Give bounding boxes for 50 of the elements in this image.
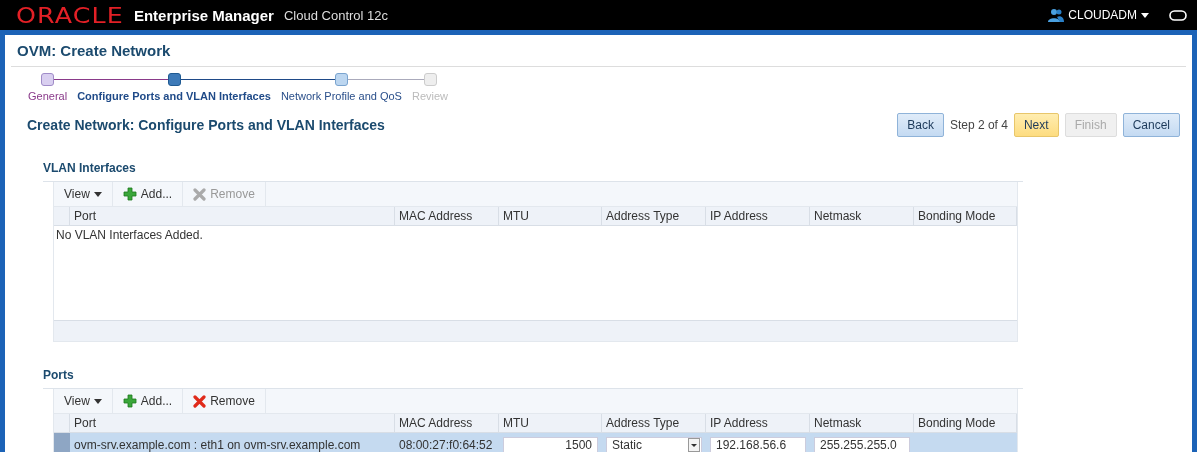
column-header[interactable]: IP Address [706,414,810,433]
column-header[interactable]: Port [70,207,395,226]
empty-message: No VLAN Interfaces Added. [56,228,203,242]
column-header[interactable]: MAC Address [395,207,499,226]
train-stop[interactable] [167,73,181,86]
train-step-label[interactable]: General [25,90,71,102]
product-name: Enterprise Manager [133,6,274,24]
input-field[interactable]: 192.168.56.6 [710,436,806,452]
column-header[interactable]: Netmask [810,414,914,433]
input-field[interactable]: 1500 [503,436,598,452]
page-title: OVM: Create Network [11,35,1186,67]
plus-icon [122,394,137,408]
wizard-button[interactable]: Cancel [1122,113,1180,137]
add-button[interactable]: Add... [112,182,184,206]
users-icon [1048,8,1065,22]
edition-name: Cloud Control 12c [283,7,388,23]
caret-icon [93,398,102,404]
step-title: Create Network: Configure Ports and VLAN Interfaces [27,117,385,133]
train-step-label[interactable]: Configure Ports and VLAN Interfaces [74,90,274,102]
caret-icon [93,191,102,197]
brand-logo: ORACLE [16,2,124,28]
input-field[interactable]: 255.255.255.0 [814,436,910,452]
view-menu[interactable]: View [54,389,113,413]
column-header[interactable]: Address Type [602,414,706,433]
user-menu[interactable]: CLOUDADM [1048,8,1149,22]
column-header[interactable]: MTU [499,207,602,226]
train-stop[interactable] [41,73,55,86]
plus-icon [122,187,137,201]
view-menu[interactable]: View [54,182,113,206]
remove-button[interactable]: Remove [183,389,266,413]
table-cell: ovm-srv.example.com : eth1 on ovm-srv.example.com [74,438,361,452]
train-step-label[interactable]: Network Profile and QoS [277,90,405,102]
caret-icon [1141,12,1149,18]
wizard-button[interactable]: Back [897,113,944,137]
column-header[interactable]: Address Type [602,207,706,226]
table-row[interactable]: ovm-srv.example.com : eth1 on ovm-srv.example.com 08:00:27:f0:64:52 1500 Static 192.168.56.6 255.255.255.0 [54,433,1017,452]
cross-icon [193,187,207,201]
step-indicator: Step 2 of 4 [949,118,1008,132]
column-header[interactable]: MAC Address [395,414,499,433]
add-button[interactable]: Add... [112,389,184,413]
cross-icon [193,394,207,408]
column-header[interactable]: MTU [499,414,602,433]
table-cell: 08:00:27:f0:64:52 [399,438,493,452]
column-header[interactable]: Bonding Mode [914,207,1017,226]
column-header[interactable]: Port [70,414,395,433]
column-header[interactable]: Bonding Mode [914,414,1017,433]
column-header[interactable]: IP Address [706,207,810,226]
dropdown-field[interactable]: Static [606,436,702,452]
wizard-button[interactable]: Next [1013,113,1059,137]
column-header[interactable]: Netmask [810,207,914,226]
